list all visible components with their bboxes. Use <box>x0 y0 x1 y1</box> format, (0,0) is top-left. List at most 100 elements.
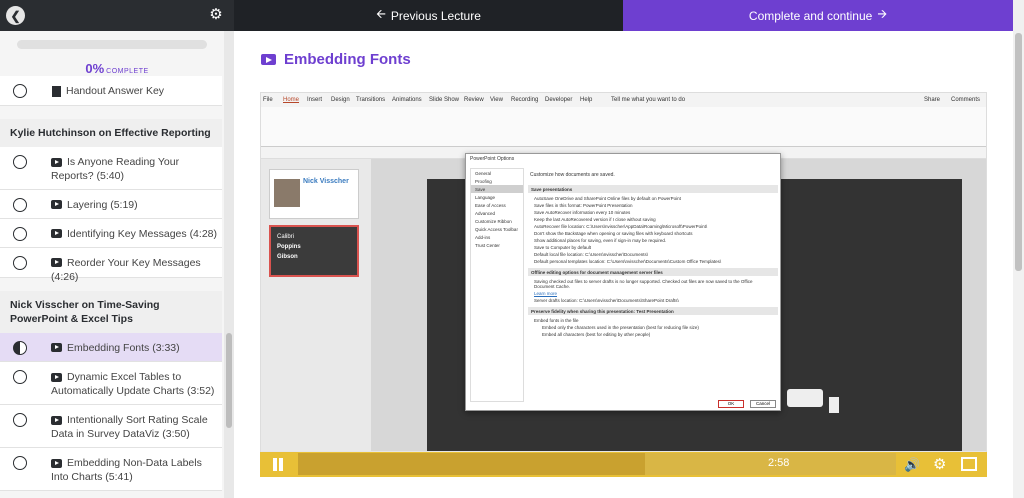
complete-continue-label: Complete and continue <box>748 8 873 23</box>
dialog-line: Default local file location: C:\Users\nv… <box>534 252 649 257</box>
document-icon <box>52 86 61 97</box>
dialog-line: Saving checked out files to server draft… <box>534 279 753 289</box>
volume-icon[interactable]: 🔊 <box>904 457 920 473</box>
seek-progress <box>298 453 645 475</box>
pause-icon[interactable] <box>272 458 284 471</box>
progress-label: COMPLETE <box>106 68 149 75</box>
video-controls: 2:58 🔊 ⚙ <box>260 452 987 477</box>
list-item[interactable]: Dynamic Excel Tables to Automatically Up… <box>0 362 222 405</box>
list-item[interactable]: Handout Answer Key <box>0 76 222 106</box>
map-shape <box>787 389 823 407</box>
lecture-title: Is Anyone Reading Your Reports? (5:40) <box>51 156 180 182</box>
arrow-left-icon: 🡨 <box>376 7 386 21</box>
fullscreen-icon[interactable] <box>961 457 977 471</box>
dialog-line: Save AutoRecover information every 10 mi… <box>534 210 631 215</box>
dialog-header-text: Customize how documents are saved. <box>530 172 615 178</box>
ribbon-share: Share <box>924 97 941 103</box>
course-progress-bar <box>17 40 207 49</box>
dialog-line: Embed only the characters used in the pr… <box>542 325 699 330</box>
thumb-font-3: Gibson <box>277 254 298 260</box>
dialog-section-header: Offline editing options for document man… <box>528 268 778 276</box>
sidebar-header: ❮ ⚙ <box>0 0 234 31</box>
completion-circle-icon <box>13 227 27 241</box>
settings-gear-icon[interactable]: ⚙ <box>933 455 946 473</box>
avatar <box>274 179 300 207</box>
main-scroll-thumb[interactable] <box>1015 33 1022 271</box>
lecture-heading: Embedding Fonts <box>261 51 411 68</box>
dialog-cancel-button: Cancel <box>750 400 776 408</box>
list-item[interactable]: Is Anyone Reading Your Reports? (5:40) <box>0 147 222 190</box>
dialog-section-header: Save presentations <box>528 185 778 193</box>
section-title: Nick Visscher on Time-Saving PowerPoint … <box>0 291 222 333</box>
section-title: Kylie Hutchinson on Effective Reporting <box>0 119 222 147</box>
dialog-link: Learn more <box>534 291 558 296</box>
dialog-line: Don't show the Backstage when opening or… <box>534 231 693 236</box>
complete-continue-button[interactable]: Complete and continue 🡪 <box>623 0 1013 31</box>
dialog-nav: General Proofing Save Language Ease of A… <box>470 168 524 402</box>
dialog-line: Server drafts location: C:\Users\nvissch… <box>534 298 679 303</box>
ribbon-tab: Slide Show <box>429 97 460 103</box>
dialog-nav-item: Add-ins <box>475 234 491 240</box>
lecture-title: Intentionally Sort Rating Scale Data in … <box>51 414 208 440</box>
gear-icon[interactable]: ⚙ <box>208 7 224 23</box>
ribbon-tab: Home <box>283 97 300 103</box>
dialog-line: AutoSave OneDrive and SharePoint Online … <box>534 196 681 201</box>
dialog-section-header: Preserve fidelity when sharing this pres… <box>528 307 778 315</box>
thumb-font-2: Poppins <box>277 244 301 250</box>
thumb-font-1: Calibri <box>277 234 295 240</box>
previous-lecture-label: Previous Lecture <box>390 8 481 23</box>
ribbon-tabs: File Home Insert Design Transitions Anim… <box>261 93 986 107</box>
lecture-title: Dynamic Excel Tables to Automatically Up… <box>51 371 215 397</box>
list-item[interactable]: Intentionally Sort Rating Scale Data in … <box>0 405 222 448</box>
chevron-left-icon[interactable]: ❮ <box>6 6 25 25</box>
ribbon-tab: File <box>263 97 273 103</box>
ribbon-tab: Design <box>331 97 350 103</box>
dialog-title: PowerPoint Options <box>470 156 515 162</box>
half-complete-circle-icon <box>13 341 27 355</box>
dialog-nav-item: General <box>475 170 492 176</box>
lecture-title: Reorder Your Key Messages (4:26) <box>51 257 201 283</box>
video-icon <box>261 54 276 65</box>
sidebar-scroll-thumb[interactable] <box>226 333 232 428</box>
map-shape <box>829 397 839 413</box>
completion-circle-icon <box>13 256 27 270</box>
ribbon-tab: Review <box>464 97 484 103</box>
lecture-title: Handout Answer Key <box>66 85 165 97</box>
completion-circle-icon <box>13 370 27 384</box>
lecture-title: Layering (5:19) <box>67 199 138 211</box>
list-item[interactable]: Identifying Key Messages (4:28) <box>0 219 222 248</box>
slide-thumbnail-selected: Calibri Poppins Gibson <box>269 225 359 277</box>
video-player[interactable]: File Home Insert Design Transitions Anim… <box>260 92 987 477</box>
completion-circle-icon <box>13 413 27 427</box>
lecture-title: Identifying Key Messages (4:28) <box>67 228 217 240</box>
dialog-line: Keep the last AutoRecovered version if I… <box>534 217 656 222</box>
page-title: Embedding Fonts <box>284 51 411 68</box>
ribbon-tab: Insert <box>307 97 323 103</box>
ribbon-tab: Transitions <box>356 97 386 103</box>
ribbon-tab: Tell me what you want to do <box>611 97 686 103</box>
topbar-scroll-track <box>1013 0 1024 31</box>
dialog-ok-button: OK <box>718 400 744 408</box>
progress-percent: 0% <box>85 61 105 76</box>
completion-circle-icon <box>13 456 27 470</box>
completion-circle-icon <box>13 198 27 212</box>
ribbon-tab: View <box>490 97 503 103</box>
ribbon-toolbar <box>261 107 986 147</box>
dialog-line: Embed fonts in the file <box>534 318 579 323</box>
list-item[interactable]: Embedding Non-Data Labels Into Charts (5… <box>0 448 222 491</box>
dialog-nav-item: Trust Center <box>475 242 500 248</box>
thumb-title: Nick Visscher <box>303 178 349 185</box>
list-item[interactable]: Layering (5:19) <box>0 190 222 219</box>
dialog-nav-item: Ease of Access <box>475 202 506 208</box>
dialog-nav-item: Proofing <box>475 178 492 184</box>
list-item-active[interactable]: Embedding Fonts (3:33) <box>0 333 222 362</box>
dialog-nav-item: Customize Ribbon <box>475 218 512 224</box>
dialog-nav-item: Advanced <box>475 210 496 216</box>
dialog-nav-item: Language <box>475 194 496 200</box>
ribbon-tab: Developer <box>545 97 573 103</box>
previous-lecture-button[interactable]: 🡨 Previous Lecture <box>234 0 623 31</box>
list-item[interactable]: Reorder Your Key Messages (4:26) <box>0 248 222 283</box>
playback-time: 2:58 <box>768 457 790 469</box>
dialog-line: Default personal templates location: C:\… <box>534 259 722 264</box>
ribbon-tab: Help <box>580 97 593 103</box>
